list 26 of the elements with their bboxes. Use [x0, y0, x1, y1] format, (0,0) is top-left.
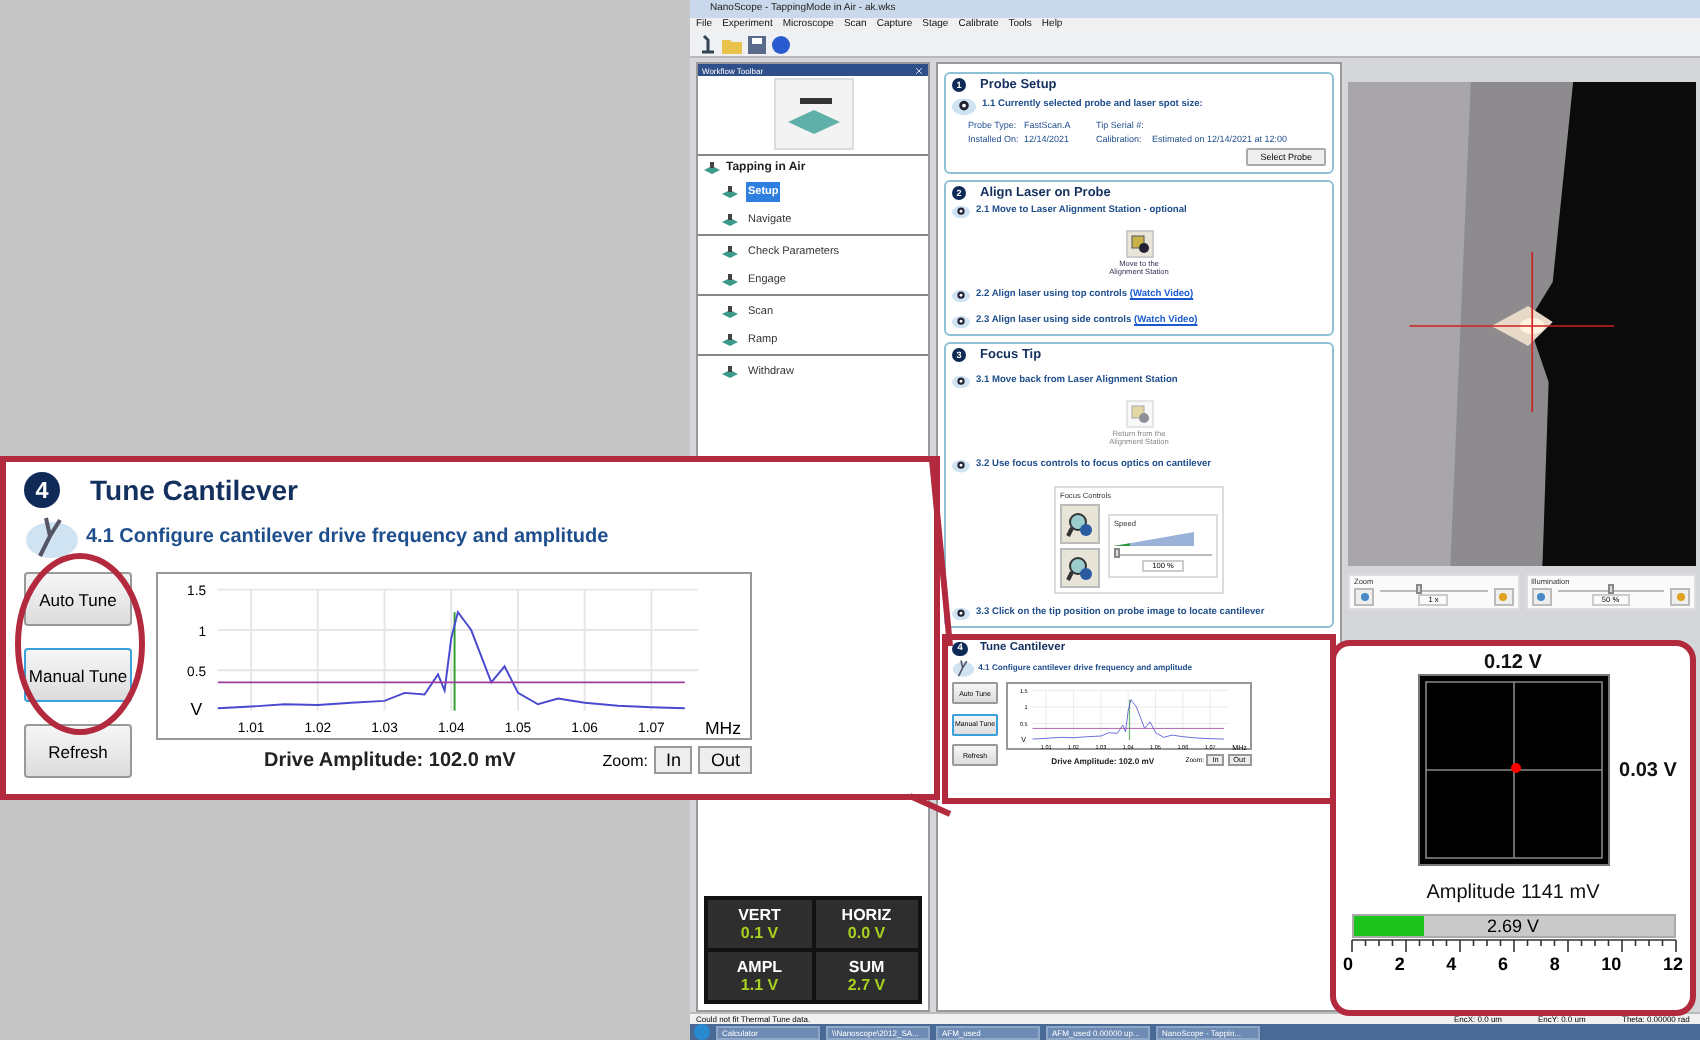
sum-reading: 2.69 V — [1484, 916, 1542, 936]
readout-label: SUM — [848, 958, 885, 976]
vertical-reading: 0.12 V — [1484, 652, 1542, 674]
readout-value: 0.0 V — [847, 924, 886, 942]
readout-value: 2.7 V — [847, 976, 886, 994]
scale-label: 12 — [1662, 954, 1683, 974]
scale-label: 4 — [1446, 954, 1457, 974]
scale-label: 0 — [1343, 954, 1354, 974]
amplitude-reading: Amplitude 1141 mV — [1426, 882, 1600, 904]
drive-amplitude: Drive Amplitude: 102.0 mV — [264, 749, 516, 771]
horizontal-reading: 0.03 V — [1619, 759, 1677, 781]
readout-value: 0.1 V — [740, 924, 779, 942]
scale-label: 6 — [1497, 954, 1508, 974]
readout-value: 1.1 V — [740, 976, 779, 994]
axis-label: MHz — [704, 718, 741, 738]
scale-label: 2 — [1394, 954, 1405, 974]
axis-label: V — [190, 698, 203, 719]
zoom-label: Zoom: — [602, 751, 648, 769]
readout-label: VERT — [738, 906, 781, 924]
scale-label: 8 — [1549, 954, 1560, 974]
section-title: Tune Cantilever — [90, 474, 298, 506]
step-number: 4 — [24, 472, 60, 508]
readout-label: AMPL — [736, 958, 783, 976]
scale-label: 10 — [1601, 954, 1622, 974]
readout-label: HORIZ — [841, 906, 892, 924]
step-text: 4.1 Configure cantilever drive frequency and amplitude — [86, 525, 609, 547]
